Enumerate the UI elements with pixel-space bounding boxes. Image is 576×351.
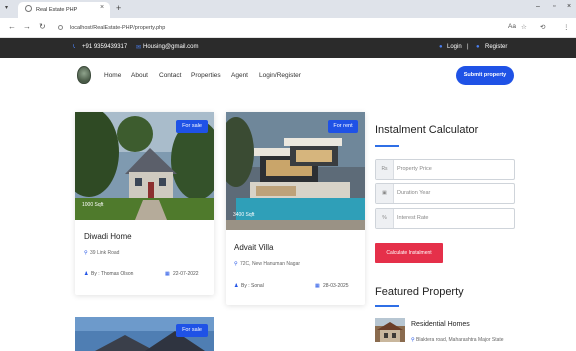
- status-badge: For rent: [328, 120, 358, 133]
- status-badge: For sale: [176, 324, 208, 337]
- area-label: 1000 Sqft: [82, 202, 104, 208]
- calculate-instalment-button[interactable]: Calculate Instalment: [375, 243, 443, 263]
- duration-year-field[interactable]: [375, 183, 515, 204]
- back-icon[interactable]: ←: [8, 22, 16, 31]
- maximize-icon[interactable]: ▫: [553, 3, 555, 10]
- calendar-icon: ▦: [165, 271, 170, 277]
- close-window-icon[interactable]: ×: [567, 3, 571, 10]
- property-title[interactable]: Diwadi Home: [84, 232, 132, 241]
- status-badge: For sale: [176, 120, 208, 133]
- agent-user-icon: ♟: [84, 271, 89, 277]
- location-pin-icon: ⚲: [84, 250, 88, 256]
- url-input[interactable]: localhost/RealEstate-PHP/property.php: [56, 21, 526, 35]
- tab-list-icon[interactable]: ▾: [5, 4, 8, 11]
- property-location: 72C, New Hanuman Nagar: [240, 261, 301, 267]
- site-logo[interactable]: [77, 66, 91, 84]
- browser-tab[interactable]: Real Estate PHP: [18, 2, 110, 18]
- property-price-field[interactable]: [375, 159, 515, 180]
- featured-thumbnail[interactable]: [375, 318, 405, 342]
- property-location: 39 Link Road: [90, 250, 120, 256]
- featured-title: Featured Property: [375, 286, 464, 298]
- calculator-title: Instalment Calculator: [375, 124, 479, 136]
- currency-icon: Rs: [376, 160, 394, 179]
- minimize-icon[interactable]: –: [536, 3, 540, 10]
- submit-property-button[interactable]: Submit property: [456, 66, 514, 85]
- translate-icon[interactable]: Aa: [508, 23, 516, 30]
- login-link[interactable]: Login: [447, 44, 462, 50]
- featured-item-title[interactable]: Residential Homes: [411, 321, 470, 328]
- interest-rate-field[interactable]: [375, 208, 515, 229]
- bookmark-star-icon[interactable]: ☆: [521, 23, 527, 31]
- nav-login-register[interactable]: Login/Register: [259, 72, 301, 79]
- featured-item-location: Blaktera road, Maharashtra Major State: [416, 337, 504, 343]
- new-tab-icon[interactable]: +: [116, 3, 121, 13]
- nav-about[interactable]: About: [131, 72, 148, 79]
- topbar-phone: +91 9359439317: [82, 44, 128, 50]
- nav-properties[interactable]: Properties: [191, 72, 221, 79]
- topbar-separator: |: [467, 44, 469, 50]
- calendar-field-icon: ▣: [376, 184, 394, 203]
- percent-icon: %: [376, 209, 394, 228]
- reload-icon[interactable]: ↻: [39, 22, 46, 31]
- duration-year-placeholder: Duration Year: [397, 190, 431, 196]
- site-info-icon[interactable]: [58, 25, 63, 30]
- nav-contact[interactable]: Contact: [159, 72, 181, 79]
- phone-icon: 📞︎: [73, 44, 76, 50]
- title-underline: [375, 145, 399, 147]
- property-agent: By : Thomas Olson: [91, 271, 134, 277]
- property-date: 28-03-2025: [323, 283, 349, 289]
- tab-close-icon[interactable]: ×: [100, 4, 104, 11]
- topbar-email: Housing@gmail.com: [143, 44, 199, 50]
- location-pin-icon: ⚲: [234, 261, 238, 267]
- property-date: 22-07-2022: [173, 271, 199, 277]
- property-price-placeholder: Property Price: [397, 166, 432, 172]
- property-agent: By : Sonal: [241, 283, 264, 289]
- email-icon: ✉: [136, 45, 142, 51]
- register-user-icon: ●: [476, 44, 480, 50]
- interest-rate-placeholder: Interest Rate: [397, 215, 429, 221]
- location-pin-icon: ⚲: [411, 337, 415, 343]
- agent-user-icon: ♟: [234, 283, 239, 289]
- extensions-icon[interactable]: ⟲: [540, 23, 545, 31]
- forward-icon[interactable]: →: [23, 22, 31, 31]
- nav-home[interactable]: Home: [104, 72, 121, 79]
- calendar-icon: ▦: [315, 283, 320, 289]
- register-link[interactable]: Register: [485, 44, 507, 50]
- nav-agent[interactable]: Agent: [231, 72, 248, 79]
- property-title[interactable]: Advait Villa: [234, 243, 273, 252]
- browser-menu-icon[interactable]: ⋮: [563, 23, 570, 31]
- area-label: 3400 Sqft: [233, 212, 255, 218]
- login-user-icon: ●: [439, 44, 443, 50]
- title-underline: [375, 305, 399, 307]
- tab-favicon-icon: [25, 5, 32, 12]
